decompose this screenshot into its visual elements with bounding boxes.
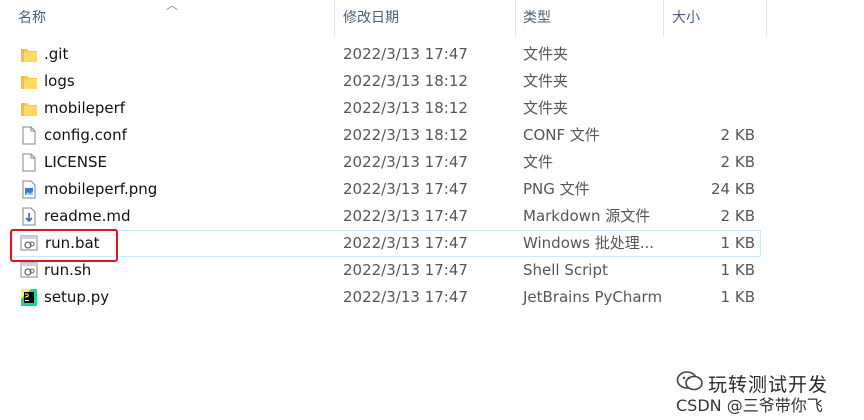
- file-size: [666, 95, 755, 122]
- column-header-size[interactable]: 大小: [666, 0, 764, 36]
- file-modified: 2022/3/13 18:12: [343, 99, 468, 117]
- file-modified: 2022/3/13 17:47: [343, 180, 468, 198]
- file-size: 24 KB: [711, 180, 755, 198]
- file-size: 2 KB: [720, 126, 755, 144]
- wechat-icon: [676, 371, 703, 391]
- column-header-modified-label: 修改日期: [343, 10, 399, 26]
- column-divider[interactable]: [663, 0, 664, 36]
- pycharm-file-icon: [21, 289, 37, 306]
- column-header-modified[interactable]: 修改日期: [337, 0, 515, 36]
- file-row[interactable]: setup.py 2022/3/13 17:47 JetBrains PyCha…: [12, 284, 761, 311]
- file-size: 2 KB: [720, 153, 755, 171]
- file-row[interactable]: .git 2022/3/13 17:47 文件夹: [12, 41, 761, 68]
- file-name: setup.py: [44, 288, 110, 306]
- file-type: Windows 批处理...: [523, 234, 655, 252]
- file-type: JetBrains PyCharm: [523, 288, 663, 306]
- file-modified: 2022/3/13 17:47: [343, 207, 468, 225]
- file-modified: 2022/3/13 17:47: [343, 234, 468, 252]
- file-size: [666, 41, 755, 68]
- file-name: mobileperf.png: [44, 180, 158, 198]
- file-name: readme.md: [44, 207, 131, 225]
- file-row[interactable]: mobileperf 2022/3/13 18:12 文件夹: [12, 95, 761, 122]
- file-type: 文件夹: [523, 72, 569, 90]
- file-size: 1 KB: [720, 261, 755, 279]
- file-type: CONF 文件: [523, 126, 600, 144]
- column-divider[interactable]: [766, 0, 767, 36]
- image-file-icon: [22, 180, 36, 199]
- watermark: 玩转测试开发 CSDN @三爷带你飞: [672, 366, 862, 416]
- folder-icon: [21, 49, 37, 62]
- file-row[interactable]: LICENSE 2022/3/13 17:47 文件 2 KB: [12, 149, 761, 176]
- file-row[interactable]: readme.md 2022/3/13 17:47 Markdown 源文件 2…: [12, 203, 761, 230]
- column-header-size-label: 大小: [672, 10, 700, 26]
- file-icon: [22, 153, 36, 172]
- file-modified: 2022/3/13 18:12: [343, 72, 468, 90]
- file-type: Markdown 源文件: [523, 207, 651, 225]
- file-size: [666, 68, 755, 95]
- column-header-type[interactable]: 类型: [517, 0, 663, 36]
- folder-icon: [21, 103, 37, 116]
- file-size: 1 KB: [720, 234, 755, 252]
- file-row[interactable]: run.sh 2022/3/13 17:47 Shell Script 1 KB: [12, 257, 761, 284]
- annotation-highlight-box: [10, 229, 118, 262]
- file-type: PNG 文件: [523, 180, 590, 198]
- file-size: 1 KB: [720, 288, 755, 306]
- file-type: 文件夹: [523, 45, 569, 63]
- file-row[interactable]: mobileperf.png 2022/3/13 17:47 PNG 文件 24…: [12, 176, 761, 203]
- file-name: logs: [44, 72, 75, 90]
- folder-icon: [21, 76, 37, 89]
- watermark-credit: CSDN @三爷带你飞: [676, 396, 823, 415]
- file-row[interactable]: logs 2022/3/13 18:12 文件夹: [12, 68, 761, 95]
- file-icon: [22, 126, 36, 145]
- file-modified: 2022/3/13 17:47: [343, 45, 468, 63]
- column-header-name-label: 名称: [18, 10, 46, 26]
- file-name: config.conf: [44, 126, 127, 144]
- file-name: LICENSE: [44, 153, 107, 171]
- column-divider[interactable]: [334, 0, 335, 36]
- file-row-hovered[interactable]: run.bat 2022/3/13 17:47 Windows 批处理... 1…: [12, 230, 761, 257]
- batch-file-icon: [20, 262, 38, 278]
- file-modified: 2022/3/13 17:47: [343, 288, 468, 306]
- file-modified: 2022/3/13 17:47: [343, 153, 468, 171]
- markdown-file-icon: [22, 207, 36, 226]
- file-size: 2 KB: [720, 207, 755, 225]
- file-type: 文件: [523, 153, 554, 171]
- file-type: Shell Script: [523, 261, 608, 279]
- column-header: 名称 ︿ 修改日期 类型 大小: [0, 0, 864, 38]
- file-type: 文件夹: [523, 99, 569, 117]
- sort-ascending-icon: ︿: [166, 0, 179, 12]
- file-modified: 2022/3/13 17:47: [343, 261, 468, 279]
- file-row[interactable]: config.conf 2022/3/13 18:12 CONF 文件 2 KB: [12, 122, 761, 149]
- file-name: mobileperf: [44, 99, 126, 117]
- column-header-type-label: 类型: [523, 10, 551, 26]
- column-divider[interactable]: [515, 0, 516, 36]
- file-name: .git: [44, 45, 69, 63]
- file-modified: 2022/3/13 18:12: [343, 126, 468, 144]
